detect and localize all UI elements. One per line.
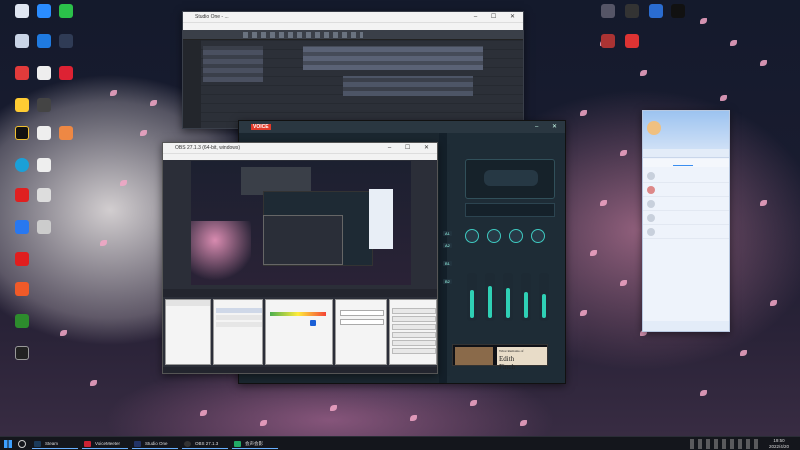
desktop-icon-9[interactable] — [44, 66, 88, 102]
qq-tabs[interactable] — [643, 159, 729, 167]
desktop-icon-23[interactable] — [0, 314, 44, 350]
window-controls[interactable]: – ☐ ✕ — [474, 12, 521, 22]
clock-time: 19:50 — [773, 438, 785, 443]
desktop-icon-14[interactable] — [44, 126, 88, 162]
studio-one-arrange-view[interactable] — [183, 40, 523, 128]
obs-scene-tabs — [163, 289, 437, 297]
qq-contact-list[interactable] — [643, 169, 729, 319]
taskbar-item-label: 会声会影 — [245, 441, 263, 446]
knob-4[interactable] — [531, 229, 545, 243]
taskbar-item-meeting[interactable]: 会声会影 — [232, 439, 278, 449]
fader-4[interactable] — [521, 273, 531, 321]
obs-icon — [184, 441, 191, 447]
voicemeeter-icon — [84, 441, 91, 447]
cassette-recorder[interactable] — [465, 159, 555, 199]
windows-start-icon[interactable] — [4, 440, 12, 448]
qq-footer[interactable] — [643, 321, 729, 331]
clock-date: 2022/4/20 — [768, 444, 790, 449]
sources-dock[interactable] — [213, 299, 263, 365]
knob-2[interactable] — [487, 229, 501, 243]
taskbar-item-obs[interactable]: OBS 27.1.3 — [182, 439, 228, 449]
search-icon[interactable] — [18, 440, 26, 448]
desktop: Studio One - ... – ☐ ✕ VOICE – ✕ A1 A2 B1… — [0, 0, 800, 450]
qq-list-item[interactable] — [643, 211, 729, 225]
desktop-icon-24[interactable] — [0, 346, 44, 382]
voicemeeter-window-controls[interactable]: – ✕ — [535, 121, 563, 133]
studio-one-title: Studio One - ... — [195, 14, 229, 20]
obs-preview[interactable] — [191, 161, 411, 285]
desktop-icon-r6[interactable] — [610, 34, 654, 70]
desktop-icon-20[interactable] — [22, 220, 66, 256]
fader-3[interactable] — [503, 273, 513, 321]
settings-button[interactable] — [392, 340, 436, 346]
studio-one-icon — [134, 441, 141, 447]
knob-3[interactable] — [509, 229, 523, 243]
studio-one-toolbar[interactable] — [183, 30, 523, 40]
audio-mixer-dock[interactable] — [265, 299, 333, 365]
studio-one-window[interactable]: Studio One - ... – ☐ ✕ — [182, 11, 524, 129]
fader-2[interactable] — [485, 273, 495, 321]
start-recording-button[interactable] — [392, 316, 436, 322]
game-card-title-line1: Edith — [499, 355, 515, 363]
steam-card[interactable]: What Remains of Edith Finch — [452, 344, 548, 371]
taskbar-item-label: Steam — [45, 441, 59, 446]
desktop-icon-22[interactable] — [0, 282, 44, 318]
taskbar-item-label: OBS 27.1.3 — [195, 441, 219, 446]
meeting-icon — [234, 441, 241, 447]
voicemeeter-titlebar[interactable]: VOICE – ✕ — [239, 121, 565, 133]
game-card-title-line2: Finch — [499, 363, 515, 371]
desktop-icon-18[interactable] — [22, 188, 66, 224]
steam-icon — [34, 441, 41, 447]
qq-list-item[interactable] — [643, 197, 729, 211]
qq-list-item[interactable] — [643, 183, 729, 197]
qq-header — [643, 111, 729, 149]
game-thumbnail — [455, 347, 493, 365]
studio-mode-button[interactable] — [392, 332, 436, 338]
voicemeeter-brand: VOICE — [251, 124, 271, 130]
transitions-dock[interactable] — [335, 299, 387, 365]
exit-button[interactable] — [392, 348, 436, 354]
taskbar-item-steam[interactable]: Steam — [32, 439, 78, 449]
qq-panel[interactable] — [642, 110, 730, 332]
obs-window[interactable]: OBS 27.1.3 (64-bit, windows) – ☐ ✕ — [162, 142, 438, 374]
start-streaming-button[interactable] — [392, 308, 436, 314]
qq-search[interactable] — [643, 149, 729, 158]
scenes-dock[interactable] — [165, 299, 211, 365]
game-card-title: What Remains of Edith Finch — [497, 347, 547, 371]
qq-list-item[interactable] — [643, 169, 729, 183]
taskbar-item-voicemeeter[interactable]: VoiceMeeter — [82, 439, 128, 449]
knob-1[interactable] — [465, 229, 479, 243]
obs-titlebar[interactable]: OBS 27.1.3 (64-bit, windows) – ☐ ✕ — [163, 143, 437, 153]
qq-list-item[interactable] — [643, 225, 729, 239]
taskbar: Steam VoiceMeeter Studio One OBS 27.1.3 … — [0, 436, 800, 450]
fader-5[interactable] — [539, 273, 549, 321]
fader-1[interactable] — [467, 273, 477, 321]
obs-docks — [163, 297, 437, 373]
virtual-camera-button[interactable] — [392, 324, 436, 330]
game-card-subtitle: What Remains of — [499, 349, 524, 353]
qq-avatar[interactable] — [647, 121, 661, 135]
obs-title: OBS 27.1.3 (64-bit, windows) — [175, 145, 241, 151]
studio-one-titlebar[interactable]: Studio One - ... – ☐ ✕ — [183, 12, 523, 22]
obs-menubar[interactable] — [163, 153, 437, 160]
taskbar-item-studio-one[interactable]: Studio One — [132, 439, 178, 449]
desktop-icon-6[interactable] — [44, 34, 88, 70]
obs-window-controls[interactable]: – ☐ ✕ — [388, 143, 435, 153]
desktop-icon-r4[interactable] — [656, 4, 700, 40]
taskbar-item-label: Studio One — [145, 441, 168, 446]
taskbar-item-label: VoiceMeeter — [95, 441, 121, 446]
obs-status-bar — [163, 367, 437, 373]
controls-dock[interactable] — [389, 299, 437, 365]
speaker-icon[interactable] — [310, 320, 316, 326]
studio-one-menubar — [183, 22, 523, 30]
clock[interactable]: 19:50 2022/4/20 — [762, 438, 796, 450]
system-tray[interactable] — [690, 439, 760, 449]
